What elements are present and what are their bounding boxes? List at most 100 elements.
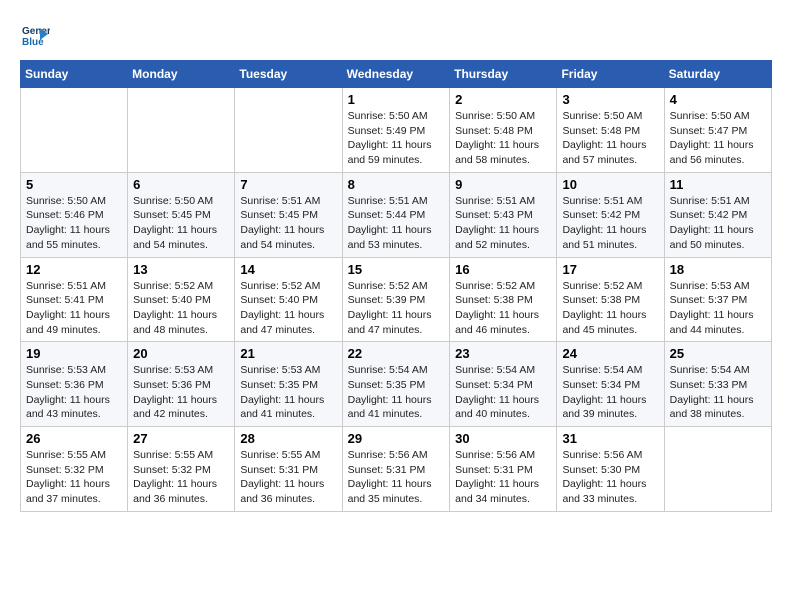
day-number: 13 [133,262,229,277]
day-info: Sunrise: 5:54 AM Sunset: 5:34 PM Dayligh… [562,363,658,422]
calendar-cell: 31 Sunrise: 5:56 AM Sunset: 5:30 PM Dayli… [557,427,664,512]
calendar-cell: 10Sunrise: 5:51 AM Sunset: 5:42 PM Dayli… [557,172,664,257]
day-info: Sunrise: 5:51 AM Sunset: 5:44 PM Dayligh… [348,194,445,253]
logo: General Blue [20,20,52,50]
day-number: 6 [133,177,229,192]
calendar-cell [21,88,128,173]
day-info: Sunrise: 5:50 AM Sunset: 5:46 PM Dayligh… [26,194,122,253]
calendar-cell: 22 Sunrise: 5:54 AM Sunset: 5:35 PM Dayli… [342,342,450,427]
weekday-header-monday: Monday [128,61,235,88]
day-info: Sunrise: 5:56 AM Sunset: 5:31 PM Dayligh… [455,448,551,507]
calendar-cell: 2 Sunrise: 5:50 AM Sunset: 5:48 PM Daylig… [450,88,557,173]
day-number: 18 [670,262,766,277]
calendar-cell: 9 Sunrise: 5:51 AM Sunset: 5:43 PM Daylig… [450,172,557,257]
calendar-cell: 5 Sunrise: 5:50 AM Sunset: 5:46 PM Daylig… [21,172,128,257]
day-info: Sunrise: 5:51 AM Sunset: 5:43 PM Dayligh… [455,194,551,253]
calendar-cell: 30 Sunrise: 5:56 AM Sunset: 5:31 PM Dayli… [450,427,557,512]
calendar-cell: 17Sunrise: 5:52 AM Sunset: 5:38 PM Dayli… [557,257,664,342]
calendar-cell: 26Sunrise: 5:55 AM Sunset: 5:32 PM Dayli… [21,427,128,512]
day-number: 23 [455,346,551,361]
calendar-cell: 4 Sunrise: 5:50 AM Sunset: 5:47 PM Daylig… [664,88,771,173]
day-number: 16 [455,262,551,277]
day-info: Sunrise: 5:52 AM Sunset: 5:38 PM Dayligh… [455,279,551,338]
day-number: 1 [348,92,445,107]
day-info: Sunrise: 5:54 AM Sunset: 5:33 PM Dayligh… [670,363,766,422]
day-number: 26 [26,431,122,446]
calendar-cell: 25 Sunrise: 5:54 AM Sunset: 5:33 PM Dayli… [664,342,771,427]
day-info: Sunrise: 5:52 AM Sunset: 5:39 PM Dayligh… [348,279,445,338]
day-number: 22 [348,346,445,361]
day-info: Sunrise: 5:50 AM Sunset: 5:45 PM Dayligh… [133,194,229,253]
calendar-cell: 6 Sunrise: 5:50 AM Sunset: 5:45 PM Daylig… [128,172,235,257]
day-info: Sunrise: 5:56 AM Sunset: 5:31 PM Dayligh… [348,448,445,507]
weekday-header-thursday: Thursday [450,61,557,88]
day-number: 29 [348,431,445,446]
calendar-cell [235,88,342,173]
day-number: 9 [455,177,551,192]
day-number: 28 [240,431,336,446]
calendar-cell: 19 Sunrise: 5:53 AM Sunset: 5:36 PM Dayli… [21,342,128,427]
day-number: 7 [240,177,336,192]
day-number: 2 [455,92,551,107]
calendar-week-2: 5 Sunrise: 5:50 AM Sunset: 5:46 PM Daylig… [21,172,772,257]
weekday-header-friday: Friday [557,61,664,88]
day-number: 25 [670,346,766,361]
day-number: 8 [348,177,445,192]
day-info: Sunrise: 5:54 AM Sunset: 5:35 PM Dayligh… [348,363,445,422]
calendar-cell: 14 Sunrise: 5:52 AM Sunset: 5:40 PM Dayli… [235,257,342,342]
day-info: Sunrise: 5:56 AM Sunset: 5:30 PM Dayligh… [562,448,658,507]
weekday-header-wednesday: Wednesday [342,61,450,88]
day-info: Sunrise: 5:55 AM Sunset: 5:32 PM Dayligh… [133,448,229,507]
day-number: 5 [26,177,122,192]
calendar-week-3: 12Sunrise: 5:51 AM Sunset: 5:41 PM Dayli… [21,257,772,342]
calendar-week-4: 19 Sunrise: 5:53 AM Sunset: 5:36 PM Dayli… [21,342,772,427]
calendar-cell: 27 Sunrise: 5:55 AM Sunset: 5:32 PM Dayli… [128,427,235,512]
calendar-cell: 20 Sunrise: 5:53 AM Sunset: 5:36 PM Dayli… [128,342,235,427]
day-number: 20 [133,346,229,361]
day-info: Sunrise: 5:53 AM Sunset: 5:36 PM Dayligh… [26,363,122,422]
calendar-table: SundayMondayTuesdayWednesdayThursdayFrid… [20,60,772,512]
calendar-cell: 29 Sunrise: 5:56 AM Sunset: 5:31 PM Dayli… [342,427,450,512]
day-info: Sunrise: 5:53 AM Sunset: 5:37 PM Dayligh… [670,279,766,338]
weekday-header-tuesday: Tuesday [235,61,342,88]
day-info: Sunrise: 5:50 AM Sunset: 5:48 PM Dayligh… [455,109,551,168]
day-number: 11 [670,177,766,192]
day-number: 24 [562,346,658,361]
calendar-cell: 16 Sunrise: 5:52 AM Sunset: 5:38 PM Dayli… [450,257,557,342]
day-info: Sunrise: 5:53 AM Sunset: 5:35 PM Dayligh… [240,363,336,422]
calendar-cell: 23 Sunrise: 5:54 AM Sunset: 5:34 PM Dayli… [450,342,557,427]
calendar-header-row: SundayMondayTuesdayWednesdayThursdayFrid… [21,61,772,88]
day-number: 27 [133,431,229,446]
day-info: Sunrise: 5:51 AM Sunset: 5:42 PM Dayligh… [562,194,658,253]
calendar-week-1: 1Sunrise: 5:50 AM Sunset: 5:49 PM Daylig… [21,88,772,173]
calendar-cell: 7 Sunrise: 5:51 AM Sunset: 5:45 PM Daylig… [235,172,342,257]
day-number: 21 [240,346,336,361]
day-info: Sunrise: 5:54 AM Sunset: 5:34 PM Dayligh… [455,363,551,422]
day-info: Sunrise: 5:51 AM Sunset: 5:42 PM Dayligh… [670,194,766,253]
calendar-cell: 8 Sunrise: 5:51 AM Sunset: 5:44 PM Daylig… [342,172,450,257]
day-number: 4 [670,92,766,107]
calendar-cell: 1Sunrise: 5:50 AM Sunset: 5:49 PM Daylig… [342,88,450,173]
day-number: 30 [455,431,551,446]
calendar-cell: 15 Sunrise: 5:52 AM Sunset: 5:39 PM Dayli… [342,257,450,342]
day-number: 14 [240,262,336,277]
calendar-cell: 11 Sunrise: 5:51 AM Sunset: 5:42 PM Dayli… [664,172,771,257]
day-number: 15 [348,262,445,277]
page-header: General Blue [20,20,772,50]
day-number: 12 [26,262,122,277]
day-info: Sunrise: 5:52 AM Sunset: 5:38 PM Dayligh… [562,279,658,338]
calendar-cell: 18 Sunrise: 5:53 AM Sunset: 5:37 PM Dayli… [664,257,771,342]
day-number: 19 [26,346,122,361]
day-number: 3 [562,92,658,107]
weekday-header-saturday: Saturday [664,61,771,88]
day-info: Sunrise: 5:55 AM Sunset: 5:31 PM Dayligh… [240,448,336,507]
logo-icon: General Blue [20,20,50,50]
calendar-week-5: 26 Sunrise: 5:55 AM Sunset: 5:32 PM Dayli… [21,427,772,512]
day-info: Sunrise: 5:50 AM Sunset: 5:47 PM Dayligh… [670,109,766,168]
day-info: Sunrise: 5:52 AM Sunset: 5:40 PM Dayligh… [240,279,336,338]
day-info: Sunrise: 5:51 AM Sunset: 5:45 PM Dayligh… [240,194,336,253]
calendar-cell: 12Sunrise: 5:51 AM Sunset: 5:41 PM Dayli… [21,257,128,342]
day-info: Sunrise: 5:53 AM Sunset: 5:36 PM Dayligh… [133,363,229,422]
calendar-cell: 3Sunrise: 5:50 AM Sunset: 5:48 PM Daylig… [557,88,664,173]
day-number: 31 [562,431,658,446]
